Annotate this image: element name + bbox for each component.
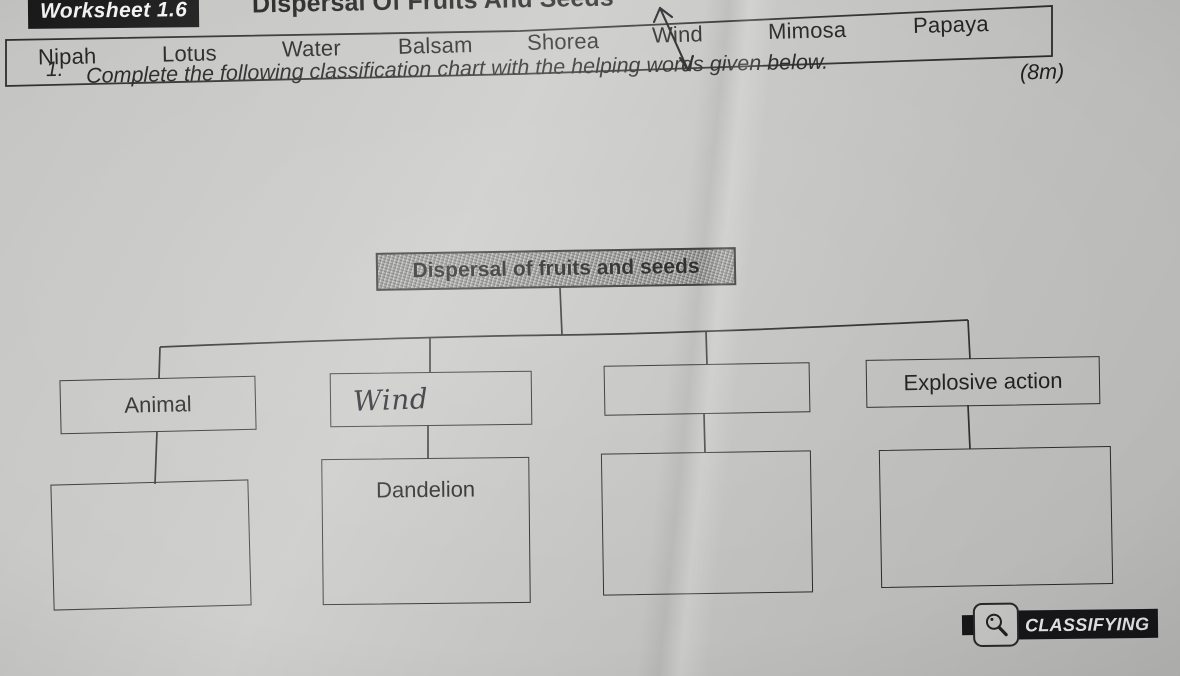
chart-example-box-3[interactable] — [600, 450, 814, 596]
chart-method-box-2[interactable]: Wind — [329, 370, 533, 428]
badge-label: CLASSIFYING — [1012, 608, 1159, 640]
chart-example-box-1[interactable] — [50, 479, 252, 611]
worksheet-page: Worksheet 1.6 Dispersal Of Fruits And Se… — [0, 0, 1180, 676]
chart-method-box-3[interactable] — [603, 362, 811, 416]
chart-example-box-2[interactable]: Dandelion — [321, 456, 531, 606]
chart-root-node: Dispersal of fruits and seeds — [375, 247, 737, 291]
handdrawn-arrow-annotation — [652, 6, 695, 72]
chart-method-box-1[interactable]: Animal — [59, 375, 257, 435]
word-bank: Nipah Lotus Water Balsam Shorea Wind Mim… — [0, 0, 1058, 92]
handwritten-answer-wind: Wind — [352, 381, 429, 418]
chart-example-box-4[interactable] — [878, 445, 1114, 589]
skill-badge: CLASSIFYING — [961, 602, 1159, 648]
classification-chart: Dispersal of fruits and seeds Animal Win… — [0, 0, 1180, 676]
magnifying-glass-icon — [972, 602, 1020, 648]
chart-method-box-4[interactable]: Explosive action — [865, 356, 1101, 408]
